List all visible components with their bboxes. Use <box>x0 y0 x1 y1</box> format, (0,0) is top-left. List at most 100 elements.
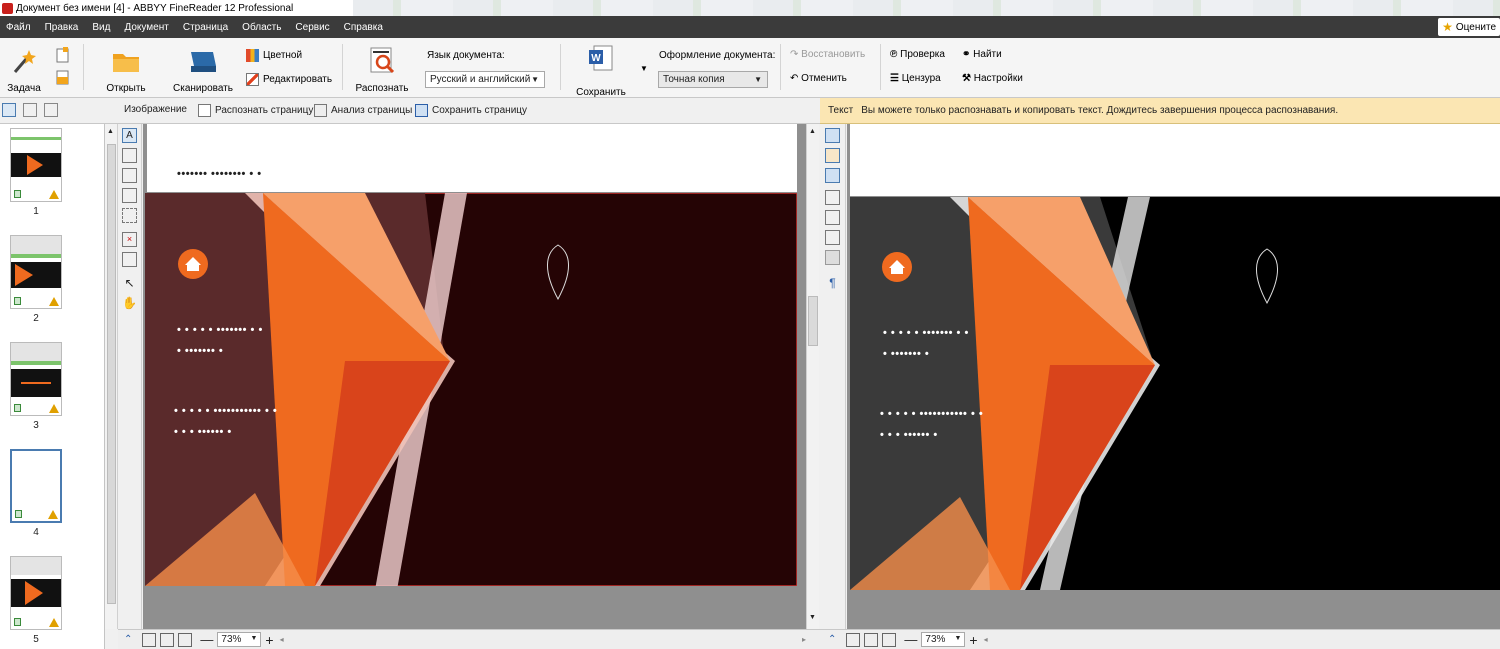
new-task-icons[interactable] <box>55 47 71 87</box>
scan-label: Сканировать <box>173 83 233 94</box>
slide-text-line-3: • • • • • ••••••••••• • • <box>174 405 278 417</box>
list-view-icon[interactable] <box>23 103 37 117</box>
picture-area-icon[interactable] <box>122 148 137 163</box>
pointer-icon[interactable]: ↖ <box>122 276 137 291</box>
fit-width-icon[interactable] <box>160 632 175 647</box>
magic-wand-icon <box>13 50 36 73</box>
page-icon <box>14 190 21 198</box>
menu-tools[interactable]: Сервис <box>295 22 329 33</box>
svg-text:W: W <box>591 53 601 64</box>
scroll-left-icon[interactable]: ◂ <box>280 635 284 644</box>
background-area-icon[interactable] <box>122 208 137 223</box>
task-button[interactable]: Задача <box>6 46 42 94</box>
collapse-icon[interactable]: ⌃ <box>828 634 836 645</box>
formatting-icon[interactable] <box>825 168 840 183</box>
thumbnails-scrollbar[interactable]: ▲ <box>105 124 118 629</box>
menu-area[interactable]: Область <box>242 22 281 33</box>
settings-label: Настройки <box>973 73 1023 84</box>
thumbnail-view-icon[interactable] <box>2 103 16 117</box>
fit-width-icon[interactable] <box>864 632 879 647</box>
settings-button[interactable]: ⚒ Настройки <box>962 73 1023 84</box>
zoom-in-icon[interactable]: + <box>969 632 977 648</box>
save-button[interactable]: W Сохранить <box>572 44 630 98</box>
page-number: 3 <box>33 420 39 431</box>
restore-button[interactable]: ↷ Восстановить <box>790 49 865 60</box>
chevron-down-icon: ▼ <box>954 635 962 642</box>
slide-image[interactable] <box>145 193 797 586</box>
menu-document[interactable]: Документ <box>124 22 168 33</box>
save-page-button[interactable]: Сохранить страницу <box>415 104 527 117</box>
paragraph-icon[interactable]: ¶ <box>825 276 840 291</box>
hand-icon[interactable]: ✋ <box>122 296 137 311</box>
menu-file[interactable]: Файл <box>6 22 31 33</box>
page-properties-icon[interactable] <box>44 103 58 117</box>
image-view-scrollbar[interactable]: ▲ ▼ <box>806 124 819 629</box>
order-areas-icon[interactable] <box>122 252 137 267</box>
recognize-page-button[interactable]: Распознать страницу <box>198 104 313 117</box>
search-icon[interactable] <box>825 230 840 245</box>
scrollbar-thumb[interactable] <box>107 144 116 604</box>
text-area-icon[interactable]: A <box>122 128 137 143</box>
show-image-icon[interactable] <box>825 148 840 163</box>
fit-height-icon[interactable] <box>882 632 897 647</box>
scroll-right-icon[interactable]: ▸ <box>802 635 806 644</box>
page-thumbnail[interactable] <box>10 342 62 416</box>
fit-page-icon[interactable] <box>846 632 861 647</box>
zoom-value-right: 73% <box>925 634 946 645</box>
save-page-label: Сохранить страницу <box>432 105 528 117</box>
spellcheck-icon: ℗ <box>890 49 898 60</box>
recognize-page-label: Распознать страницу <box>215 105 314 117</box>
open-button[interactable]: Открыть <box>100 46 152 94</box>
scroll-down-icon[interactable]: ▼ <box>809 614 816 621</box>
recognized-slide-image[interactable] <box>850 197 1500 590</box>
scroll-up-icon[interactable]: ▲ <box>809 128 816 135</box>
analyze-page-button[interactable]: Анализ страницы <box>314 104 412 117</box>
scroll-left-icon[interactable]: ◂ <box>984 635 988 644</box>
doc-layout-select[interactable]: Точная копия ▼ <box>658 71 768 88</box>
verify-icon[interactable] <box>825 210 840 225</box>
recognize-button[interactable]: Распознать <box>352 46 412 94</box>
rate-button[interactable]: ★ Оцените <box>1438 18 1500 36</box>
check-button[interactable]: ℗ Проверка <box>890 49 945 60</box>
find-label: Найти <box>973 49 1002 60</box>
zoom-out-icon[interactable]: — <box>904 632 917 647</box>
warning-icon <box>49 190 59 199</box>
menu-edit[interactable]: Правка <box>45 22 79 33</box>
menu-help[interactable]: Справка <box>344 22 383 33</box>
find-button[interactable]: ⚭ Найти <box>962 49 1002 60</box>
chevron-down-icon: ▼ <box>250 635 258 642</box>
menu-page[interactable]: Страница <box>183 22 228 33</box>
zoom-select-right[interactable]: 73% ▼ <box>921 632 966 647</box>
save-options-chevron-icon[interactable]: ▼ <box>640 64 648 73</box>
show-text-icon[interactable] <box>825 128 840 143</box>
zoom-out-icon[interactable]: — <box>200 632 213 647</box>
delete-area-icon[interactable]: × <box>122 232 137 247</box>
scan-button[interactable]: Сканировать <box>170 46 236 94</box>
doc-language-select[interactable]: Русский и английский ▼ <box>425 71 545 88</box>
menu-view[interactable]: Вид <box>92 22 110 33</box>
page-thumbnail-selected[interactable] <box>10 449 62 523</box>
scrollbar-thumb[interactable] <box>808 296 818 346</box>
fit-page-icon[interactable] <box>142 632 157 647</box>
open-label: Открыть <box>106 83 146 94</box>
zoom-select-left[interactable]: 73% ▼ <box>217 632 262 647</box>
scroll-up-icon[interactable]: ▲ <box>107 128 114 135</box>
undo-button[interactable]: ↶ Отменить <box>790 73 847 84</box>
page-icon <box>14 404 21 412</box>
edit-image-button[interactable]: Редактировать <box>246 73 332 86</box>
color-button[interactable]: Цветной <box>246 49 302 62</box>
fit-height-icon[interactable] <box>178 632 193 647</box>
window-title: Документ без имени [4] - ABBYY FineReade… <box>16 2 294 14</box>
collapse-icon[interactable]: ⌃ <box>124 634 132 645</box>
zoom-in-icon[interactable]: + <box>265 632 273 648</box>
recognize-page-icon <box>198 104 211 117</box>
page-thumbnail[interactable] <box>10 128 62 202</box>
page-thumbnail[interactable] <box>10 556 62 630</box>
table-area-icon[interactable] <box>122 188 137 203</box>
table-icon[interactable] <box>825 190 840 205</box>
text-view: • • • • • ••••••• • • • ••••••• • • • • … <box>847 124 1500 629</box>
print-icon[interactable] <box>825 250 840 265</box>
page-thumbnail[interactable] <box>10 235 62 309</box>
text-on-picture-icon[interactable] <box>122 168 137 183</box>
censor-button[interactable]: ☰ Цензура <box>890 73 941 84</box>
